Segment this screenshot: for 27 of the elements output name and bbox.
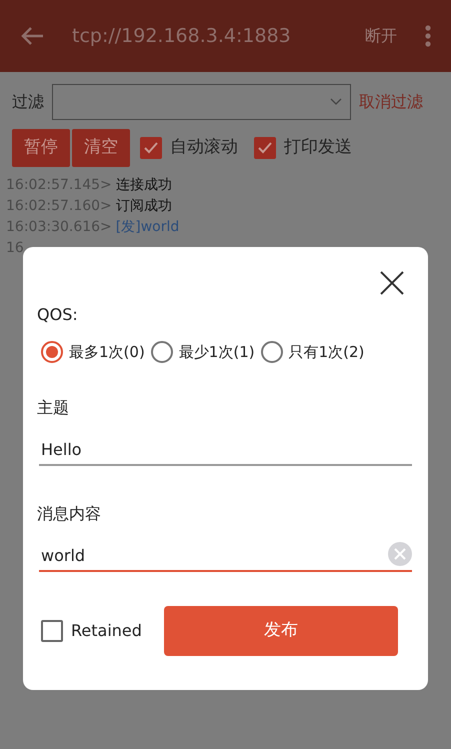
radio-option[interactable]: 最多1次(0) xyxy=(41,341,145,364)
close-icon[interactable] xyxy=(380,271,404,295)
more-icon[interactable] xyxy=(425,25,431,47)
publish-button[interactable]: 发布 xyxy=(164,606,398,656)
log-message: 订阅成功 xyxy=(116,197,172,216)
chevron-icon xyxy=(330,98,342,106)
log-message: 连接成功 xyxy=(116,176,172,195)
checkbox-label: 自动滚动 xyxy=(170,136,238,160)
checkbox[interactable] xyxy=(41,620,63,642)
field-label: 主题 xyxy=(37,396,69,418)
filter-label: 过滤 xyxy=(12,91,44,113)
text-field[interactable]: world xyxy=(39,542,412,572)
text-field[interactable]: Hello xyxy=(39,436,412,466)
checkbox[interactable] xyxy=(254,137,276,159)
filter-dropdown[interactable] xyxy=(52,84,351,120)
connection-title: tcp://192.168.3.4:1883 xyxy=(72,24,291,49)
check-icon xyxy=(258,142,272,154)
checkbox-label: Retained xyxy=(71,620,142,642)
log-message: [发]world xyxy=(116,218,180,237)
field-label: 消息内容 xyxy=(37,502,101,524)
check-icon xyxy=(144,142,158,154)
radio-option[interactable]: 只有1次(2) xyxy=(260,341,364,364)
radio-option[interactable]: 最少1次(1) xyxy=(150,341,255,364)
checkbox[interactable] xyxy=(140,137,162,159)
qos-label: QOS: xyxy=(37,304,78,326)
back-icon[interactable] xyxy=(20,26,44,46)
checkbox-label: 打印发送 xyxy=(284,136,352,160)
